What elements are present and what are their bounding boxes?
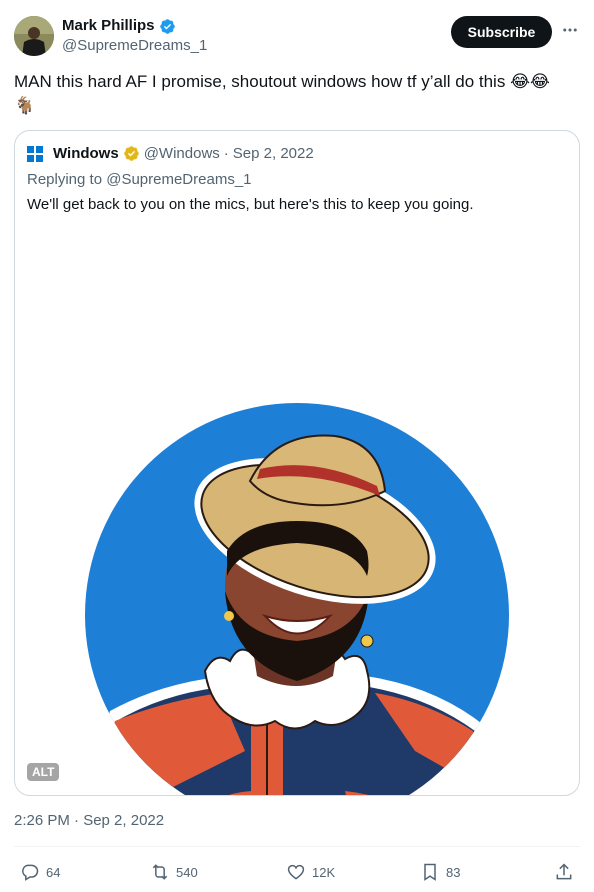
heart-icon — [287, 864, 305, 880]
tweet-header: Mark Phillips @SupremeDreams_1 Subscribe — [14, 14, 580, 58]
bookmark-icon — [424, 863, 436, 881]
reply-icon — [22, 864, 39, 881]
author-name-text[interactable]: Mark Phillips — [62, 16, 155, 36]
author-handle[interactable]: @SupremeDreams_1 — [62, 36, 207, 56]
repost-button[interactable]: 540 — [150, 858, 198, 886]
quoted-author-handle[interactable]: @Windows — [144, 145, 220, 162]
more-icon[interactable] — [560, 20, 580, 40]
share-icon — [556, 863, 572, 880]
tweet-body: MAN this hard AF I promise, shoutout win… — [14, 72, 506, 91]
reply-count: 64 — [46, 864, 61, 880]
repost-count: 540 — [176, 864, 198, 880]
author-display-name[interactable]: Mark Phillips — [62, 16, 176, 36]
author-info[interactable]: Mark Phillips @SupremeDreams_1 — [62, 16, 207, 56]
gold-verified-badge-icon — [123, 146, 139, 161]
quoted-author-name[interactable]: Windows — [53, 145, 119, 162]
like-button[interactable]: 12K — [286, 858, 335, 886]
replying-prefix: Replying to — [27, 171, 103, 188]
tweet-text: MAN this hard AF I promise, shoutout win… — [14, 70, 580, 118]
windows-logo-icon — [27, 145, 43, 162]
laughing-emoji-2: 😂 — [529, 72, 550, 92]
reply-button[interactable]: 64 — [20, 858, 60, 886]
quoted-tweet-text: We'll get back to you on the mics, but h… — [27, 196, 474, 213]
replying-handle-link[interactable]: @SupremeDreams_1 — [106, 171, 251, 188]
tweet-timestamp[interactable]: 2:26 PM · Sep 2, 2022 — [14, 812, 164, 829]
bookmark-count: 83 — [446, 864, 461, 880]
like-count: 12K — [312, 864, 336, 880]
quoted-date[interactable]: Sep 2, 2022 — [233, 145, 314, 162]
replying-to: Replying to @SupremeDreams_1 — [27, 171, 252, 188]
quoted-tweet-header: Windows @Windows · Sep 2, 2022 — [27, 145, 314, 162]
author-avatar[interactable] — [14, 16, 54, 56]
quoted-tweet-image[interactable] — [15, 231, 579, 795]
action-bar: 64 540 12K 83 — [14, 858, 580, 886]
subscribe-button[interactable]: Subscribe — [451, 16, 552, 48]
divider — [14, 846, 580, 847]
verified-badge-icon — [159, 18, 175, 34]
laughing-emoji-1: 😂 — [510, 72, 530, 92]
quoted-tweet[interactable]: Windows @Windows · Sep 2, 2022 Replying … — [14, 130, 580, 796]
meta-separator: · — [223, 145, 229, 162]
alt-text-badge[interactable]: ALT — [27, 763, 60, 781]
bookmark-button[interactable]: 83 — [420, 858, 460, 886]
goat-emoji: 🐐 — [14, 96, 36, 116]
repost-icon — [152, 864, 168, 880]
share-button[interactable] — [554, 858, 574, 886]
